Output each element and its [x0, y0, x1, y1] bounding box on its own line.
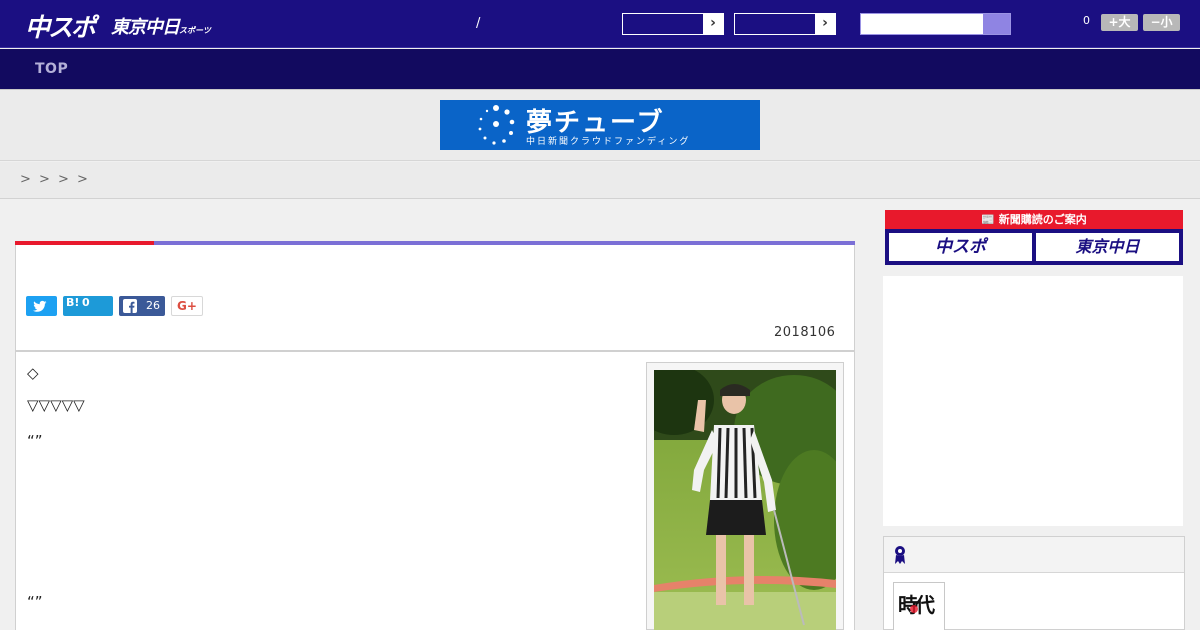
chevron-right-icon: › — [703, 14, 723, 34]
tokyo-chunichi-subscribe-button[interactable]: 東京中日 — [1036, 233, 1179, 261]
twitter-share-button[interactable] — [26, 296, 57, 316]
category-select-2[interactable]: › — [734, 13, 836, 35]
select-field — [735, 14, 815, 34]
breadcrumb-separator: > — [58, 172, 69, 187]
breadcrumb-separator: > — [77, 172, 88, 187]
body-text: “” — [27, 432, 43, 450]
newspaper-icon: 📰 — [981, 213, 999, 226]
search-button[interactable] — [983, 14, 1010, 34]
tokyo-logo-sports: スポーツ — [179, 26, 211, 35]
sidebar-ad-slot — [883, 276, 1183, 526]
subscription-box: 📰 新聞購読のご案内 中スポ 東京中日 — [885, 210, 1183, 265]
dots-circle-icon — [478, 105, 515, 145]
article-accent-red — [15, 241, 154, 245]
facebook-count: 26 — [146, 299, 160, 312]
banner-subtitle: 中日新聞クラウドファンディング — [526, 137, 691, 147]
font-size-value: 0 — [1083, 14, 1090, 27]
facebook-share-button[interactable]: 26 — [119, 296, 165, 316]
subscription-heading: 📰 新聞購読のご案内 — [885, 210, 1183, 229]
ranking-header — [884, 537, 1184, 573]
thumbnail-text: 時代 — [898, 589, 935, 618]
hatena-bookmark-button[interactable]: B! 0 — [63, 296, 113, 316]
golfer-photo — [654, 370, 836, 630]
tokyo-logo-text: 東京中日 — [111, 17, 180, 38]
tokyo-chunichi-logo[interactable]: 東京中日スポーツ — [111, 13, 211, 39]
hatena-count: 0 — [82, 296, 90, 309]
chuspo-logo[interactable]: 中スポ — [25, 8, 96, 44]
body-text: “” — [27, 593, 43, 611]
ranking-box: 時代 — [883, 536, 1185, 630]
article-date: 2018106 — [774, 325, 836, 340]
article-photo[interactable] — [654, 370, 836, 630]
search-input[interactable] — [861, 14, 983, 34]
banner-area: 夢チューブ 中日新聞クラウドファンディング — [0, 90, 1200, 161]
subscription-heading-text: 新聞購読のご案内 — [998, 213, 1087, 226]
google-plus-button[interactable]: G+ — [171, 296, 203, 316]
breadcrumb-separator: > — [20, 172, 31, 187]
facebook-icon — [123, 299, 137, 313]
select-field — [623, 14, 703, 34]
chevron-right-icon: › — [815, 14, 835, 34]
ranking-thumbnail[interactable]: 時代 — [893, 582, 945, 630]
font-smaller-button[interactable]: −小 — [1143, 14, 1180, 31]
chuspo-subscribe-button[interactable]: 中スポ — [889, 233, 1032, 261]
body-text: ▽▽▽▽▽ — [27, 396, 85, 414]
header-separator: / — [476, 16, 481, 31]
site-search — [860, 13, 1011, 35]
breadcrumb: > > > > — [0, 162, 1200, 199]
yume-tube-banner[interactable]: 夢チューブ 中日新聞クラウドファンディング — [440, 100, 760, 150]
red-dot-decoration — [910, 605, 918, 613]
twitter-icon — [33, 300, 47, 312]
body-text: ◇ — [27, 364, 39, 382]
font-larger-button[interactable]: +大 — [1101, 14, 1138, 31]
main-nav: TOP — [0, 49, 1200, 90]
breadcrumb-separator: > — [39, 172, 50, 187]
article-accent-line — [15, 241, 855, 245]
category-select-1[interactable]: › — [622, 13, 724, 35]
site-header: 中スポ 東京中日スポーツ / › › 0 +大 −小 — [0, 0, 1200, 48]
hatena-icon: B! — [66, 296, 80, 309]
ribbon-medal-icon — [895, 546, 905, 564]
nav-item-top[interactable]: TOP — [35, 61, 68, 77]
